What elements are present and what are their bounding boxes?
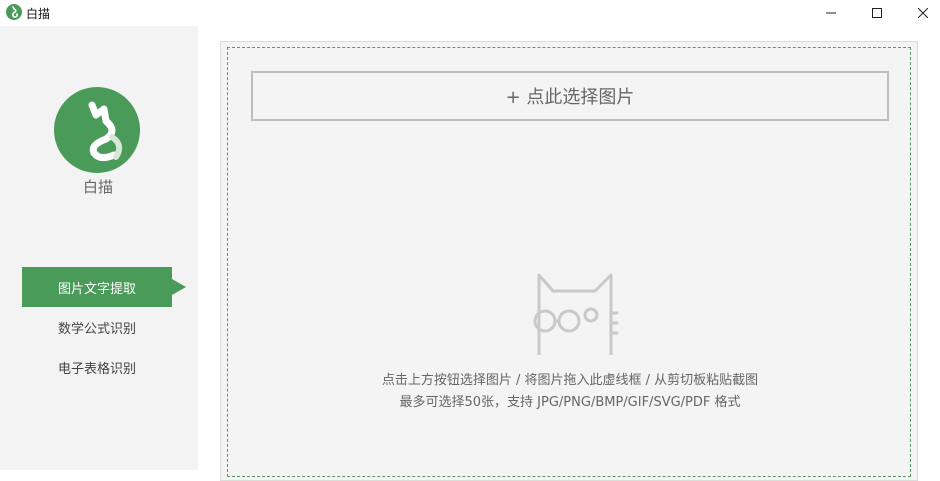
minimize-icon bbox=[826, 12, 836, 14]
sidebar-item-label: 图片文字提取 bbox=[57, 281, 136, 297]
main-area: + 点此选择图片 点击上方按钮选择图片 / 将图片拖入此虚线框 / 从剪切板粘贴… bbox=[198, 26, 940, 481]
window-title: 白描 bbox=[26, 7, 51, 21]
app-name: 白描 bbox=[82, 178, 113, 196]
sidebar-item-label: 数学公式识别 bbox=[57, 321, 136, 337]
white-cat-logo-icon bbox=[54, 87, 140, 173]
drop-zone[interactable]: + 点此选择图片 点击上方按钮选择图片 / 将图片拖入此虚线框 / 从剪切板粘贴… bbox=[227, 47, 911, 477]
close-icon bbox=[918, 8, 928, 18]
maximize-button[interactable] bbox=[854, 0, 900, 26]
sidebar-item-spreadsheet-recognition[interactable]: 电子表格识别 bbox=[22, 347, 172, 387]
upload-panel: + 点此选择图片 点击上方按钮选择图片 / 将图片拖入此虚线框 / 从剪切板粘贴… bbox=[220, 41, 918, 481]
title-bar: 白描 bbox=[0, 0, 940, 26]
sidebar-item-image-text-extraction[interactable]: 图片文字提取 bbox=[22, 267, 186, 307]
app-logo-icon bbox=[6, 4, 22, 20]
sidebar-item-math-formula-recognition[interactable]: 数学公式识别 bbox=[22, 307, 172, 347]
select-image-button[interactable]: + 点此选择图片 bbox=[251, 71, 889, 121]
hint-text-methods: 点击上方按钮选择图片 / 将图片拖入此虚线框 / 从剪切板粘贴截图 bbox=[381, 373, 759, 388]
cat-with-glasses-icon bbox=[533, 273, 619, 355]
close-button[interactable] bbox=[900, 0, 940, 26]
maximize-icon bbox=[872, 8, 882, 18]
sidebar: 白描 图片文字提取 数学公式识别 电子表格识别 bbox=[0, 26, 198, 470]
sidebar-item-label: 电子表格识别 bbox=[57, 361, 136, 377]
minimize-button[interactable] bbox=[808, 0, 854, 26]
hint-text-formats: 最多可选择50张，支持 JPG/PNG/BMP/GIF/SVG/PDF 格式 bbox=[399, 395, 741, 410]
